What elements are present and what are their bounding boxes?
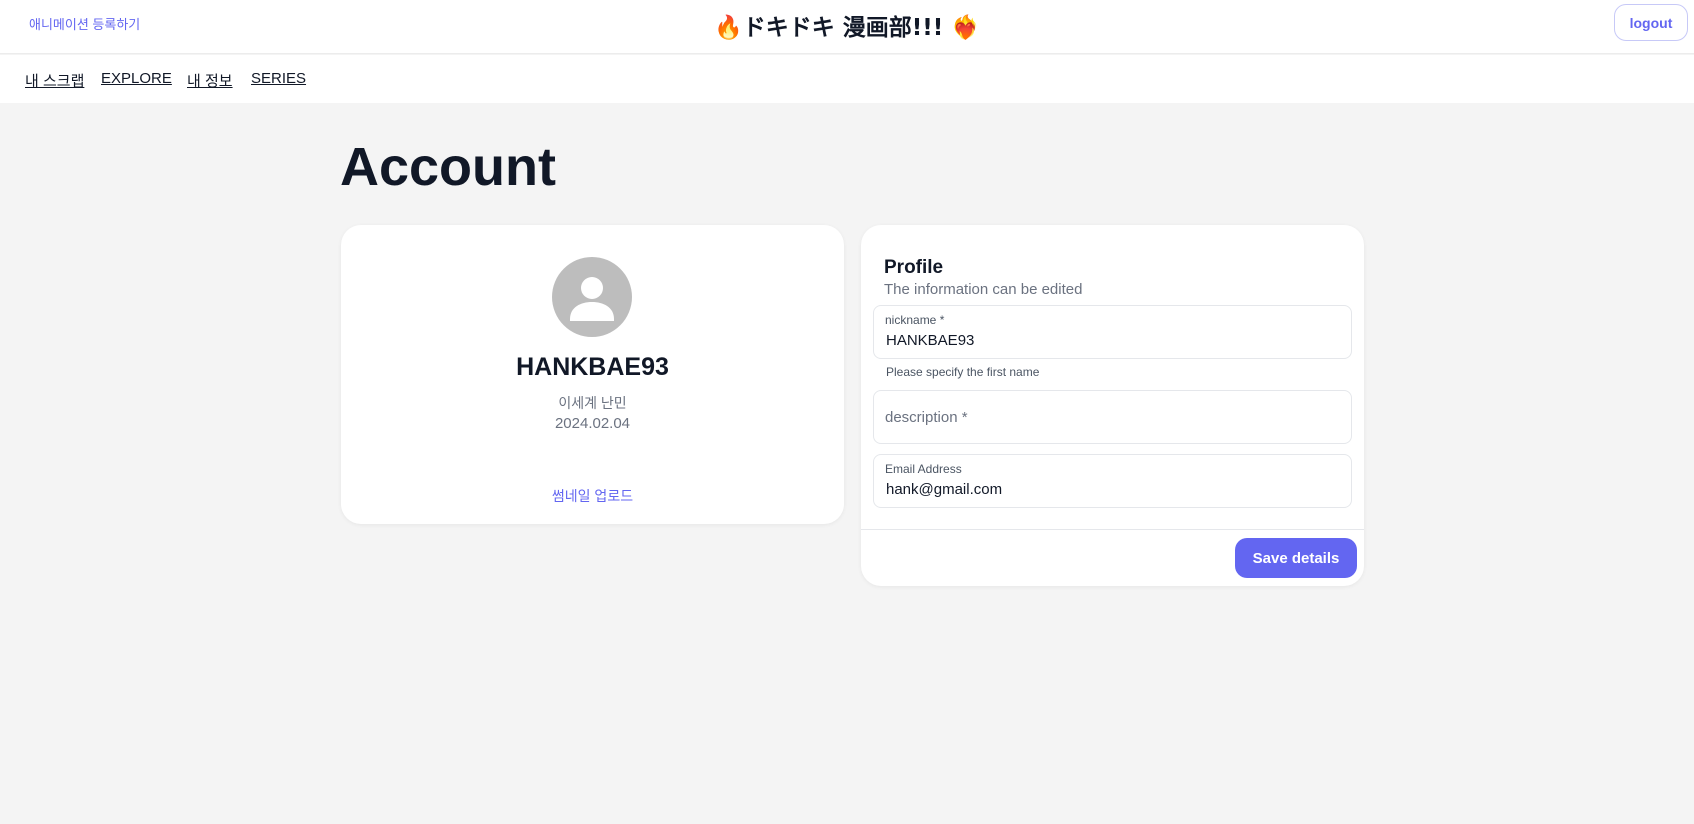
description-field[interactable]: description * <box>873 390 1352 444</box>
site-title: 🔥ドキドキ 漫画部!!! ❤️‍🔥 <box>714 15 980 41</box>
nickname-helper-text: Please specify the first name <box>886 365 1040 379</box>
profile-summary-card: HANKBAE93 이세계 난민 2024.02.04 썸네일 업로드 <box>341 225 844 524</box>
user-name: HANKBAE93 <box>516 353 669 381</box>
user-subtitle: 이세계 난민 <box>558 395 627 411</box>
profile-subheading: The information can be edited <box>884 281 1083 298</box>
user-join-date: 2024.02.04 <box>554 415 631 432</box>
email-input[interactable] <box>886 481 1336 498</box>
logout-button[interactable]: logout <box>1614 4 1688 41</box>
nav-series[interactable]: SERIES <box>251 70 306 87</box>
nickname-field[interactable]: nickname * <box>873 305 1352 359</box>
nickname-label: nickname * <box>885 313 945 327</box>
upload-thumbnail-button[interactable]: 썸네일 업로드 <box>341 486 844 506</box>
user-icon <box>570 277 614 321</box>
main-nav: 내 스크랩 EXPLORE 내 정보 SERIES <box>0 55 1694 103</box>
form-divider <box>861 529 1364 530</box>
profile-form-card: Profile The information can be edited ni… <box>861 225 1364 586</box>
email-field[interactable]: Email Address <box>873 454 1352 508</box>
top-header: 애니메이션 등록하기 🔥ドキドキ 漫画部!!! ❤️‍🔥 logout <box>0 0 1694 54</box>
nav-my-scrap[interactable]: 내 스크랩 <box>25 70 84 91</box>
nav-explore[interactable]: EXPLORE <box>101 70 172 87</box>
nickname-input[interactable] <box>886 332 1336 349</box>
page-title: Account <box>340 137 556 197</box>
profile-heading: Profile <box>884 257 944 278</box>
save-details-button[interactable]: Save details <box>1235 538 1357 578</box>
avatar <box>552 257 632 337</box>
email-label: Email Address <box>885 462 962 476</box>
nav-my-info[interactable]: 내 정보 <box>187 70 233 91</box>
description-placeholder: description * <box>885 409 968 426</box>
